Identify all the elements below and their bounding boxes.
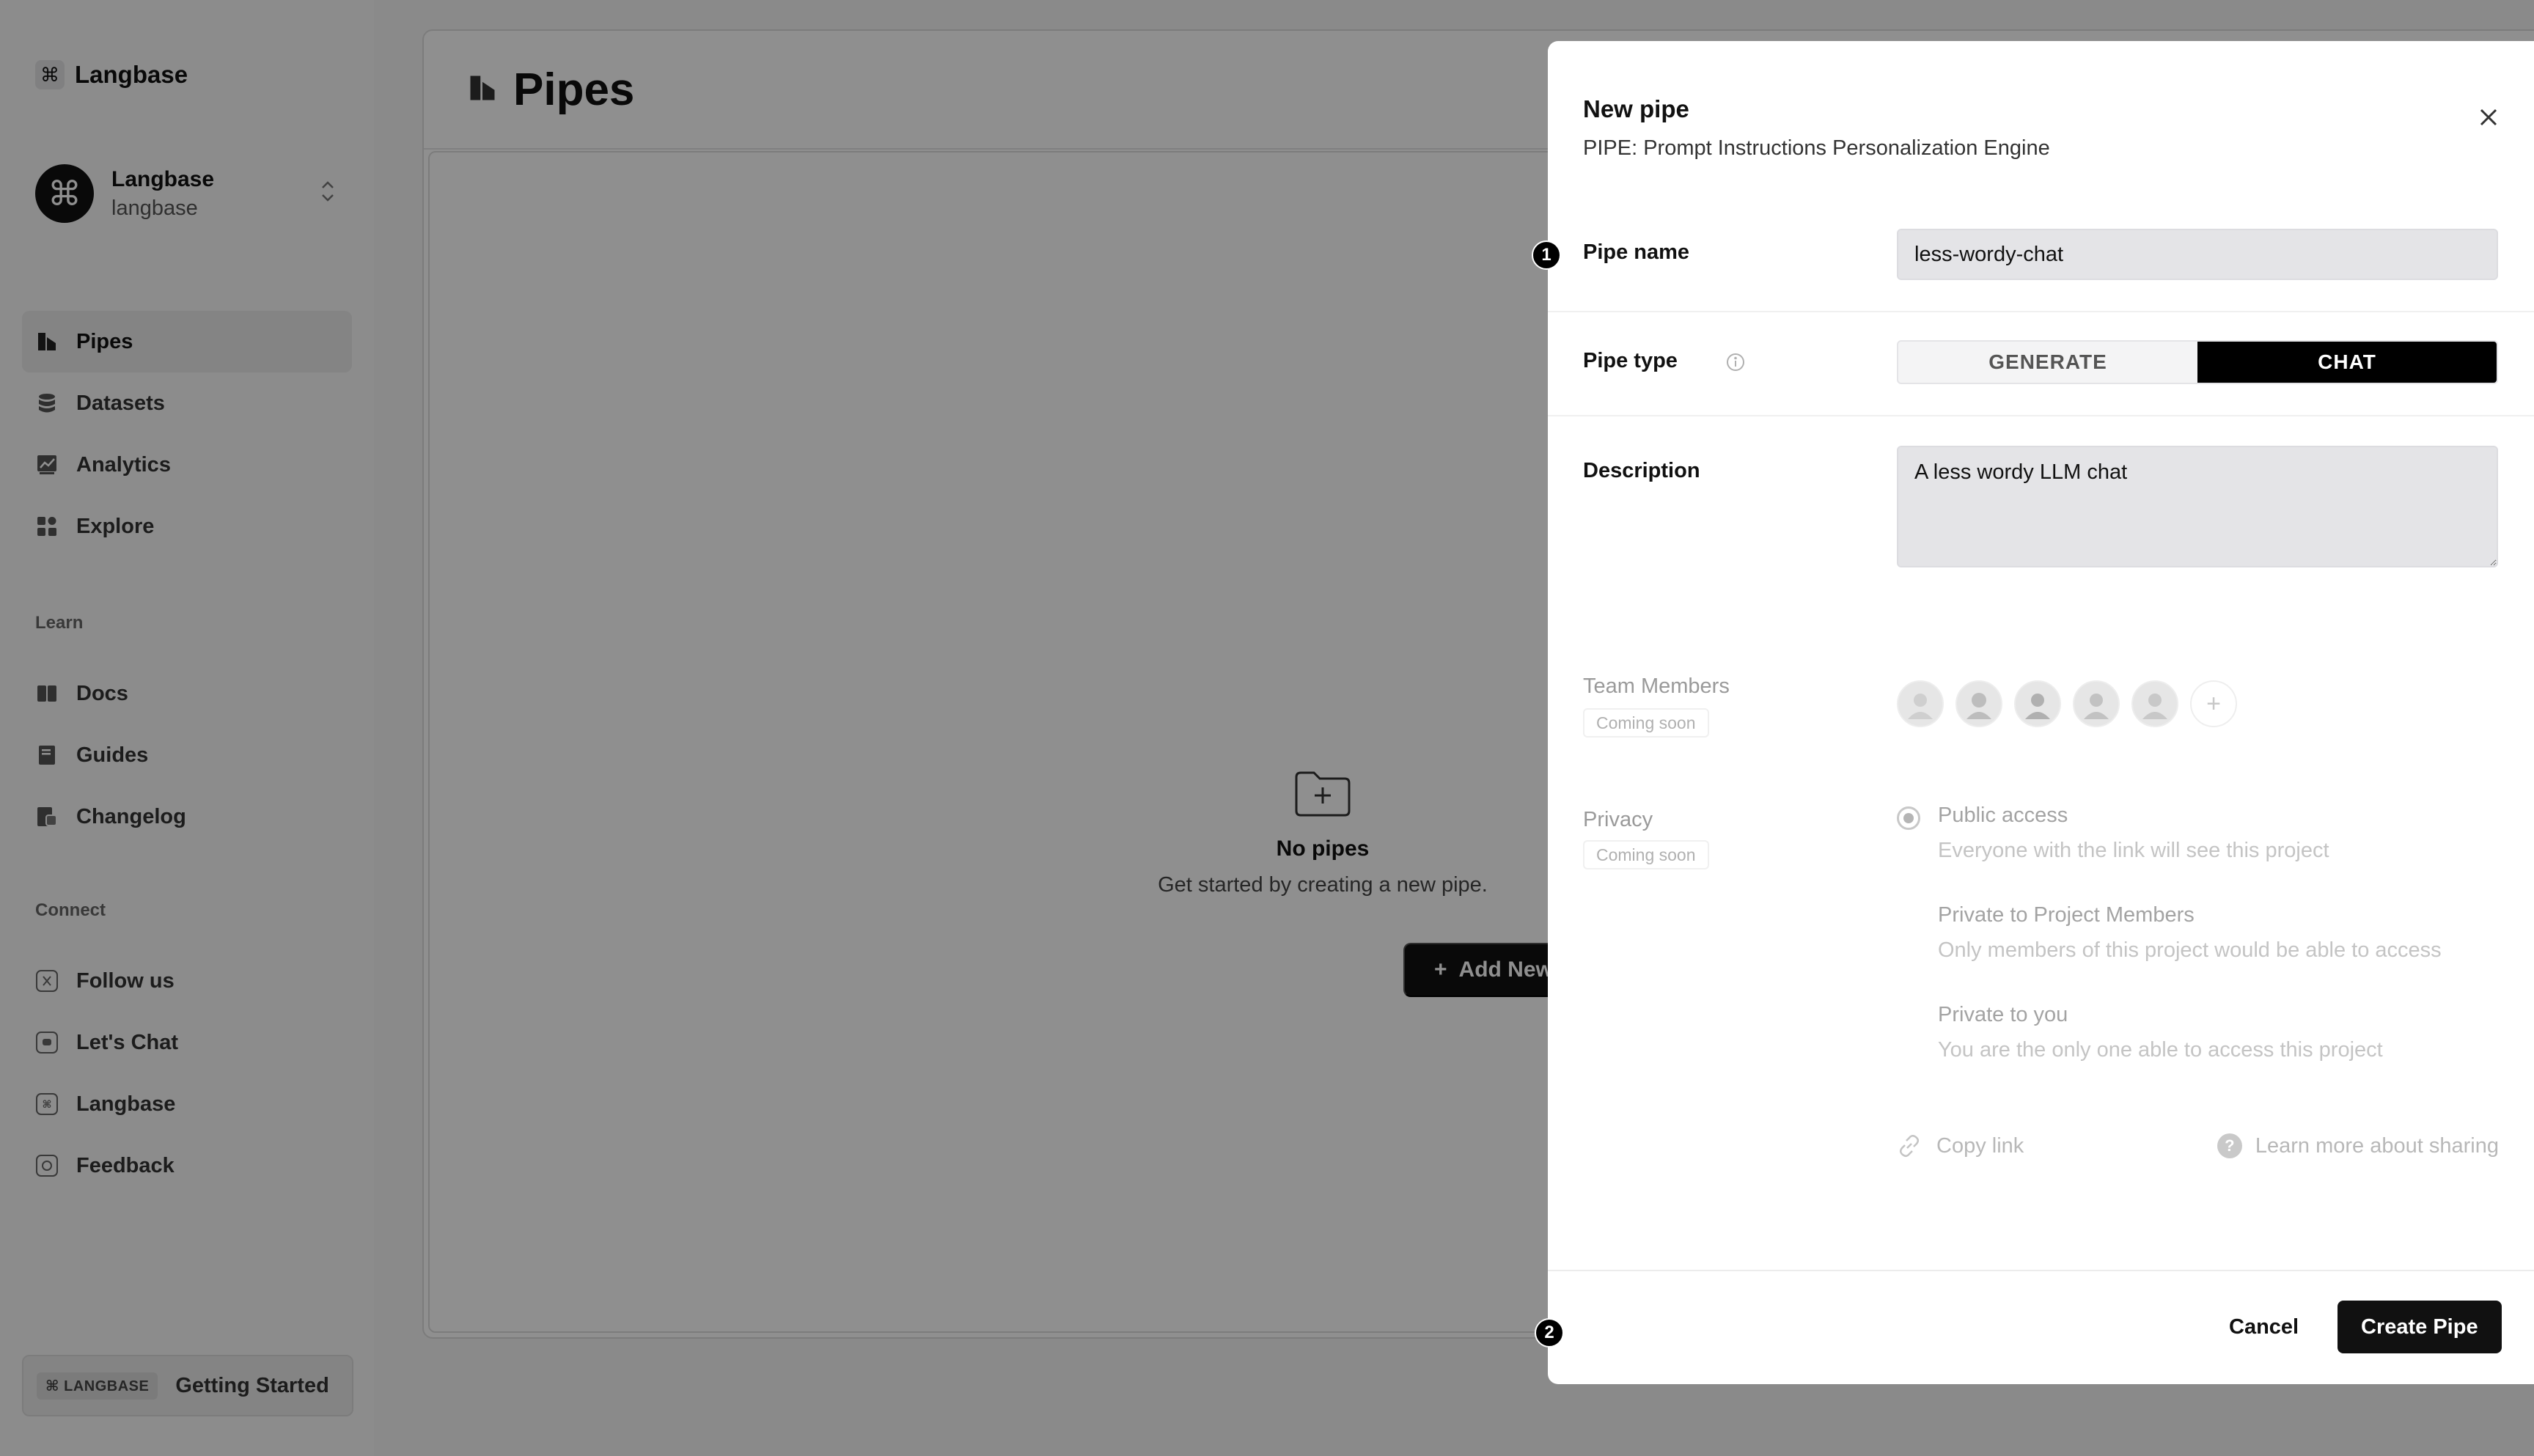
link-icon	[1900, 1135, 1919, 1157]
learn-more-link[interactable]: ? Learn more about sharing	[2217, 1133, 2499, 1158]
pipe-type-generate[interactable]: GENERATE	[1898, 342, 2197, 383]
team-members-label: Team Members	[1583, 674, 1730, 698]
privacy-option-public[interactable]: Public access Everyone with the link wil…	[1897, 804, 2498, 903]
radio-description: Only members of this project would be ab…	[1938, 938, 2442, 962]
team-member-avatar[interactable]	[2014, 680, 2061, 727]
pipe-type-label: Pipe type	[1583, 349, 1744, 373]
learn-more-label: Learn more about sharing	[2255, 1133, 2499, 1158]
step-marker-1: 1	[1532, 240, 1561, 270]
cancel-button[interactable]: Cancel	[2211, 1301, 2316, 1353]
team-member-avatar[interactable]	[2131, 680, 2178, 727]
create-pipe-button[interactable]: Create Pipe	[2337, 1301, 2502, 1353]
privacy-label: Privacy	[1583, 808, 1653, 831]
divider	[1548, 311, 2534, 312]
coming-soon-badge: Coming soon	[1583, 708, 1709, 738]
radio-button[interactable]	[1897, 806, 1920, 830]
step-marker-2: 2	[1535, 1318, 1564, 1347]
radio-title: Private to you	[1938, 1003, 2068, 1026]
coming-soon-badge: Coming soon	[1583, 840, 1709, 869]
close-icon	[2480, 109, 2497, 126]
radio-title: Private to Project Members	[1938, 903, 2195, 927]
radio-title: Public access	[1938, 804, 2068, 827]
modal-subtitle: PIPE: Prompt Instructions Personalizatio…	[1583, 136, 2050, 160]
privacy-option-project-members[interactable]: Private to Project Members Only members …	[1897, 903, 2498, 1003]
footer-divider	[1548, 1270, 2534, 1271]
team-avatars: +	[1897, 680, 2237, 727]
team-member-avatar[interactable]	[1955, 680, 2002, 727]
team-member-avatar[interactable]	[1897, 680, 1944, 727]
divider	[1548, 415, 2534, 416]
close-button[interactable]	[2472, 101, 2505, 133]
description-label: Description	[1583, 459, 1700, 482]
info-icon[interactable]	[1725, 352, 1746, 372]
pipe-type-label-text: Pipe type	[1583, 349, 1678, 372]
pipe-type-toggle: GENERATE CHAT	[1897, 340, 2498, 384]
new-pipe-modal: New pipe PIPE: Prompt Instructions Perso…	[1548, 41, 2534, 1384]
radio-description: Everyone with the link will see this pro…	[1938, 839, 2329, 862]
pipe-type-chat[interactable]: CHAT	[2197, 342, 2497, 383]
help-icon: ?	[2217, 1133, 2242, 1158]
description-textarea[interactable]: A less wordy LLM chat	[1897, 446, 2498, 567]
pipe-name-label: Pipe name	[1583, 240, 1690, 264]
modal-title: New pipe	[1583, 95, 1689, 122]
pipe-name-input[interactable]	[1897, 229, 2498, 280]
privacy-radio-group: Public access Everyone with the link wil…	[1897, 804, 2498, 1103]
copy-link-label: Copy link	[1936, 1133, 2024, 1158]
team-member-avatar[interactable]	[2073, 680, 2120, 727]
privacy-option-private[interactable]: Private to you You are the only one able…	[1897, 1003, 2498, 1103]
add-member-plus-icon[interactable]: +	[2190, 680, 2237, 727]
copy-link-button[interactable]: Copy link	[1897, 1133, 2024, 1158]
radio-description: You are the only one able to access this…	[1938, 1038, 2383, 1062]
